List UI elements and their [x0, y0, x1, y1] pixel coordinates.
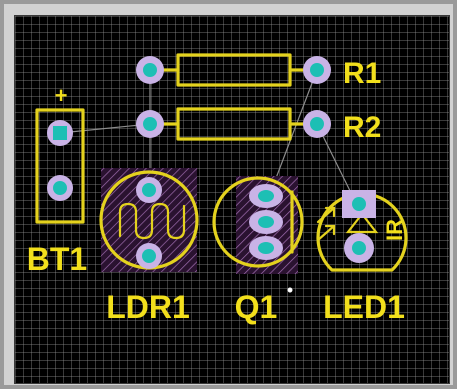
component-r2[interactable]: R2 — [136, 107, 381, 144]
led1-pad-cathode-drill — [352, 241, 366, 255]
r2-designator: R2 — [343, 111, 381, 144]
r1-body — [176, 53, 292, 87]
r2-body — [176, 107, 292, 141]
q1-pad-emitter-drill — [258, 242, 274, 254]
component-bt1[interactable]: + BT1 — [27, 83, 87, 277]
component-r1[interactable]: R1 — [136, 53, 381, 90]
pcb-layout: + BT1 R1 R2 LDR1 Q1 • IR LED1 — [27, 53, 408, 325]
q1-pad-base-drill — [258, 216, 274, 228]
led1-pad-anode-drill — [352, 197, 366, 211]
r1-designator: R1 — [343, 57, 381, 90]
r1-pad-2-drill — [310, 63, 324, 77]
ldr1-pad-2-drill — [142, 249, 156, 263]
led1-designator: LED1 — [323, 289, 405, 325]
bt1-pad-1-drill — [53, 126, 67, 140]
q1-pad-collector-drill — [258, 190, 274, 202]
bt1-designator: BT1 — [27, 241, 87, 277]
r2-pad-2-drill — [310, 117, 324, 131]
led1-type-label: IR — [382, 219, 407, 241]
component-led1[interactable]: IR LED1 — [316, 190, 408, 325]
bt1-pad-2-drill — [53, 181, 67, 195]
bt1-polarity-mark: + — [55, 83, 68, 108]
q1-designator: Q1 — [235, 289, 278, 325]
ldr1-designator: LDR1 — [106, 289, 190, 325]
component-q1[interactable]: Q1 • — [212, 176, 304, 325]
q1-pin1-dot: • — [287, 280, 293, 300]
r2-pad-1-drill — [143, 117, 157, 131]
r1-pad-1-drill — [143, 63, 157, 77]
component-ldr1[interactable]: LDR1 — [99, 168, 199, 325]
ldr1-pad-1-drill — [142, 183, 156, 197]
